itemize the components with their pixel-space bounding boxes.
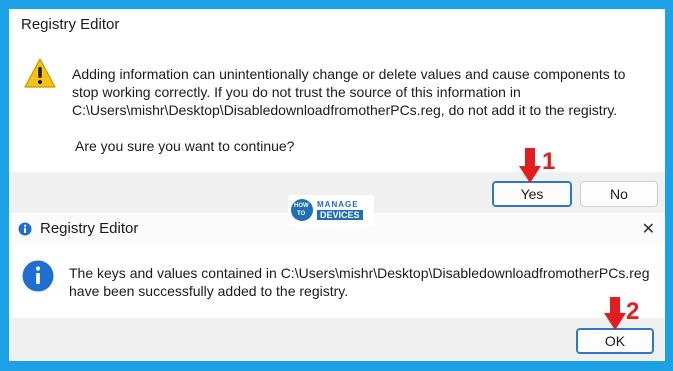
how-to-manage-devices-logo: HOW TO MANAGE DEVICES: [288, 195, 374, 227]
message-line: have been successfully added to the regi…: [69, 283, 349, 299]
info-icon: [18, 222, 32, 236]
step-number-2: 2: [626, 298, 640, 325]
info-icon: [22, 260, 54, 292]
title-bar: Registry Editor: [9, 9, 665, 42]
message-line: C:\Users\mishr\Desktop\Disabledownloadfr…: [72, 102, 618, 118]
logo-text-devices: DEVICES: [317, 210, 363, 220]
ok-button[interactable]: OK: [576, 328, 654, 354]
button-bar: OK: [9, 318, 665, 361]
arrow-down-icon: [604, 297, 626, 330]
message-line: The keys and values contained in C:\User…: [69, 265, 650, 281]
logo-text-to: TO: [297, 211, 306, 217]
no-button[interactable]: No: [580, 181, 658, 207]
logo-mark: HOW TO: [291, 199, 313, 221]
warning-icon: [24, 58, 56, 88]
warning-message: Adding information can unintentionally c…: [72, 65, 652, 119]
step-number-1: 1: [542, 148, 556, 175]
close-icon[interactable]: ✕: [642, 219, 655, 239]
arrow-down-icon: [519, 148, 541, 183]
dialog-title: Registry Editor: [40, 220, 139, 237]
success-message: The keys and values contained in C:\User…: [69, 264, 659, 300]
registry-editor-info-dialog: Registry Editor ✕ The keys and values co…: [9, 213, 665, 361]
registry-editor-warning-dialog: Registry Editor Adding information can u…: [9, 9, 665, 215]
yes-button[interactable]: Yes: [492, 181, 572, 207]
logo-text-how: HOW: [294, 203, 309, 209]
message-line: Adding information can unintentionally c…: [72, 66, 626, 82]
message-line: stop working correctly. If you do not tr…: [72, 84, 521, 100]
dialog-title: Registry Editor: [21, 16, 120, 33]
logo-text-manage: MANAGE: [317, 200, 359, 209]
confirm-question: Are you sure you want to continue?: [75, 138, 295, 154]
